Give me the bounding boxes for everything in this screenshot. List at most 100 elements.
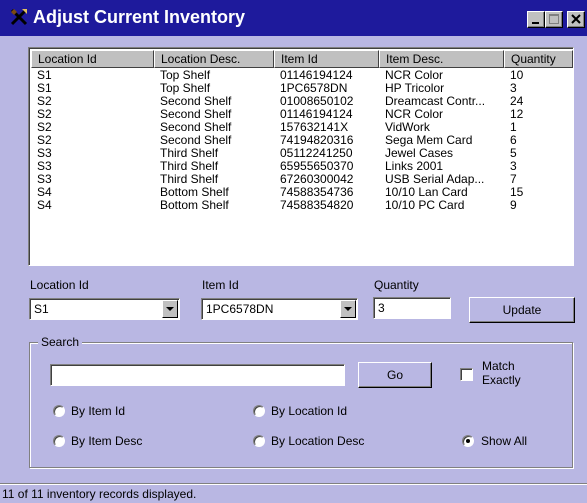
cell-location-desc: Second Shelf: [160, 121, 232, 134]
item-id-combo[interactable]: 1PC6578DN: [201, 298, 358, 320]
radio-label-show-all: Show All: [481, 434, 528, 448]
cell-quantity: 10: [510, 69, 524, 82]
radio-by-location-id[interactable]: [253, 405, 265, 417]
maximize-icon: [549, 14, 559, 24]
column-header-location-desc[interactable]: Location Desc.: [154, 50, 274, 68]
cell-item-desc: VidWork: [385, 121, 430, 134]
table-row[interactable]: S4 Bottom Shelf 74588354736 10/10 Lan Card 1…: [31, 186, 573, 199]
cell-location-id: S3: [37, 147, 52, 160]
cell-item-id: 01008650102: [280, 95, 354, 108]
radio-show-all[interactable]: [462, 435, 474, 447]
column-header-item-desc[interactable]: Item Desc.: [379, 50, 504, 68]
minimize-button[interactable]: [527, 11, 545, 28]
cell-location-id: S4: [37, 186, 52, 199]
cell-location-id: S3: [37, 160, 52, 173]
cell-quantity: 6: [510, 134, 517, 147]
cell-item-desc: HP Tricolor: [385, 82, 445, 95]
cell-location-id: S1: [37, 69, 52, 82]
cell-item-id: 05112241250: [280, 147, 353, 160]
table-row[interactable]: S3 Third Shelf 67260300042 USB Serial Adap.…: [31, 173, 573, 186]
cell-item-desc: Jewel Cases: [385, 147, 454, 160]
cell-quantity: 15: [510, 186, 524, 199]
cell-item-id: 01146194124: [280, 108, 353, 121]
table-row[interactable]: S2 Second Shelf 01146194124 NCR Color 12: [31, 108, 573, 121]
table-row[interactable]: S3 Third Shelf 05112241250 Jewel Cases 5: [31, 147, 573, 160]
cell-location-id: S1: [37, 82, 52, 95]
radio-label-by-item-desc: By Item Desc: [71, 434, 143, 448]
chevron-down-icon: [166, 307, 174, 311]
match-exactly-checkbox[interactable]: [460, 368, 473, 381]
table-row[interactable]: S3 Third Shelf 65955650370 Links 2001 3: [31, 160, 573, 173]
cell-item-desc: Sega Mem Card: [385, 134, 473, 147]
radio-by-location-desc[interactable]: [253, 435, 265, 447]
cell-item-desc: Links 2001: [385, 160, 444, 173]
cell-location-desc: Third Shelf: [160, 147, 219, 160]
radio-by-item-id[interactable]: [53, 405, 65, 417]
table-row[interactable]: S1 Top Shelf 01146194124 NCR Color 10: [31, 69, 573, 82]
inventory-list[interactable]: Location Id Location Desc. Item Id Item …: [28, 47, 574, 266]
table-row[interactable]: S4 Bottom Shelf 74588354820 10/10 PC Card 9: [31, 199, 573, 212]
cell-item-id: 157632141X: [280, 121, 349, 134]
location-id-value: S1: [34, 302, 49, 316]
item-id-label: Item Id: [202, 278, 239, 292]
item-id-dropdown-button[interactable]: [340, 300, 356, 318]
cell-item-desc: NCR Color: [385, 69, 444, 82]
cell-item-id: 01146194124: [280, 69, 353, 82]
table-row[interactable]: S2 Second Shelf 157632141X VidWork 1: [31, 121, 573, 134]
quantity-input[interactable]: 3: [373, 297, 451, 319]
match-exactly-label-line2: Exactly: [482, 373, 521, 387]
update-button[interactable]: Update: [469, 297, 575, 323]
location-id-combo[interactable]: S1: [29, 298, 180, 320]
cell-location-id: S4: [37, 199, 52, 212]
table-row[interactable]: S2 Second Shelf 01008650102 Dreamcast Contr…: [31, 95, 573, 108]
cell-quantity: 24: [510, 95, 524, 108]
tools-icon: [10, 8, 28, 26]
cell-location-id: S2: [37, 134, 52, 147]
status-bar: 11 of 11 inventory records displayed.: [0, 483, 587, 503]
table-row[interactable]: S2 Second Shelf 74194820316 Sega Mem Card 6: [31, 134, 573, 147]
cell-location-desc: Third Shelf: [160, 160, 219, 173]
column-header-item-id[interactable]: Item Id: [274, 50, 379, 68]
close-icon: [571, 14, 581, 24]
search-input[interactable]: [50, 364, 345, 386]
match-exactly-label-line1: Match: [482, 359, 515, 373]
quantity-value: 3: [378, 301, 385, 315]
cell-item-id: 74588354736: [280, 186, 354, 199]
cell-location-desc: Third Shelf: [160, 173, 219, 186]
cell-location-desc: Second Shelf: [160, 108, 232, 121]
item-id-value: 1PC6578DN: [206, 302, 274, 316]
cell-location-desc: Second Shelf: [160, 95, 232, 108]
search-group-title: Search: [38, 335, 83, 349]
cell-item-id: 1PC6578DN: [280, 82, 348, 95]
title-bar[interactable]: Adjust Current Inventory: [0, 0, 587, 36]
radio-by-item-desc[interactable]: [53, 435, 65, 447]
chevron-down-icon: [344, 307, 352, 311]
radio-label-by-location-id: By Location Id: [271, 404, 348, 418]
go-button[interactable]: Go: [358, 362, 432, 388]
cell-quantity: 3: [510, 82, 517, 95]
column-header-location-id[interactable]: Location Id: [31, 50, 154, 68]
cell-location-desc: Second Shelf: [160, 134, 232, 147]
status-text: 11 of 11 inventory records displayed.: [2, 487, 197, 501]
cell-location-desc: Bottom Shelf: [160, 199, 229, 212]
location-id-label: Location Id: [30, 278, 89, 292]
location-id-dropdown-button[interactable]: [162, 300, 178, 318]
radio-label-by-item-id: By Item Id: [71, 404, 126, 418]
cell-location-id: S2: [37, 95, 52, 108]
list-rows: S1 Top Shelf 01146194124 NCR Color 10 S1 Top S…: [31, 69, 573, 212]
quantity-label: Quantity: [374, 278, 419, 292]
maximize-button[interactable]: [545, 11, 563, 28]
cell-quantity: 3: [510, 160, 517, 173]
cell-item-desc: 10/10 PC Card: [385, 199, 465, 212]
cell-location-desc: Top Shelf: [160, 69, 211, 82]
minimize-icon: [532, 22, 539, 24]
cell-quantity: 12: [510, 108, 524, 121]
cell-quantity: 7: [510, 173, 517, 186]
cell-item-id: 67260300042: [280, 173, 354, 186]
cell-item-id: 74588354820: [280, 199, 354, 212]
column-header-quantity[interactable]: Quantity: [504, 50, 573, 68]
close-button[interactable]: [567, 11, 585, 28]
cell-quantity: 9: [510, 199, 517, 212]
table-row[interactable]: S1 Top Shelf 1PC6578DN HP Tricolor 3: [31, 82, 573, 95]
cell-item-desc: 10/10 Lan Card: [385, 186, 468, 199]
